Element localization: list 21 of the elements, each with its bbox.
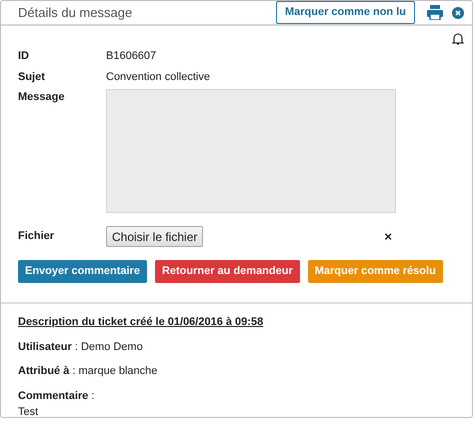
mark-unread-button[interactable]: Marquer comme non lu: [276, 1, 415, 24]
comment-label: Commentaire :: [18, 388, 96, 404]
ticket-heading: Description du ticket créé le 01/06/2016 à 09:58: [18, 315, 264, 330]
field-label: Fichier: [18, 229, 56, 244]
field-value: Convention collective: [106, 70, 210, 86]
field-label: ID: [18, 49, 30, 64]
message-field[interactable]: [106, 89, 396, 213]
field-label: Message: [18, 90, 66, 105]
choose-file-button[interactable]: Choisir le fichier: [106, 226, 204, 247]
comment-text: Test: [18, 405, 40, 420]
action-button[interactable]: Envoyer commentaire: [18, 260, 147, 283]
action-button[interactable]: Retourner au demandeur: [154, 260, 300, 283]
ticket-detail: Attribué à : marque blanche: [18, 364, 158, 379]
ticket-detail: Utilisateur : Demo Demo: [18, 340, 144, 354]
field-value: B1606607: [106, 49, 156, 64]
close-icon[interactable]: [452, 6, 464, 18]
print-icon[interactable]: [427, 5, 443, 20]
bell-icon[interactable]: [452, 32, 464, 45]
clear-file-button[interactable]: ×: [384, 230, 392, 243]
window-title: Détails du message: [18, 4, 134, 22]
field-label: Sujet: [18, 70, 46, 86]
